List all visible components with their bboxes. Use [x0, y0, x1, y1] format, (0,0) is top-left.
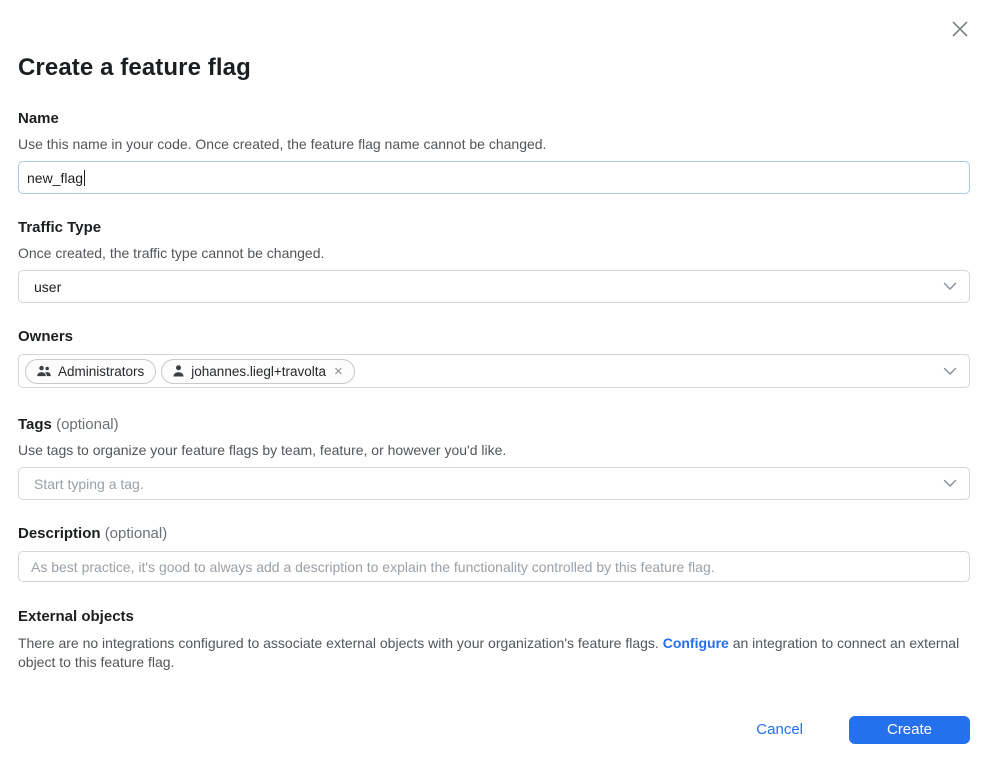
- name-input-value: new_flag: [27, 170, 83, 186]
- name-input[interactable]: new_flag: [18, 161, 970, 194]
- traffic-type-helper: Once created, the traffic type cannot be…: [18, 245, 970, 261]
- owners-label: Owners: [18, 328, 970, 345]
- owners-multiselect[interactable]: Administrators johannes.liegl+travolta ×: [18, 354, 970, 388]
- create-feature-flag-modal: Create a feature flag Name Use this name…: [0, 0, 988, 763]
- owner-chip-label: Administrators: [58, 364, 144, 379]
- traffic-type-label: Traffic Type: [18, 219, 970, 236]
- external-objects-text-before: There are no integrations configured to …: [18, 635, 663, 651]
- tags-label: Tags (optional): [18, 416, 970, 433]
- owners-section: Owners Administrators: [18, 328, 970, 388]
- traffic-type-select[interactable]: user: [18, 270, 970, 303]
- description-optional-text: (optional): [105, 525, 168, 542]
- owner-chip-label: johannes.liegl+travolta: [191, 364, 326, 379]
- name-helper: Use this name in your code. Once created…: [18, 136, 970, 152]
- external-objects-text: There are no integrations configured to …: [18, 634, 970, 671]
- configure-link[interactable]: Configure: [663, 635, 729, 651]
- cancel-button[interactable]: Cancel: [744, 715, 815, 744]
- tags-helper: Use tags to organize your feature flags …: [18, 442, 970, 458]
- text-caret: [84, 170, 85, 186]
- name-section: Name Use this name in your code. Once cr…: [18, 110, 970, 194]
- modal-footer: Cancel Create: [18, 715, 970, 744]
- traffic-type-selected-value: user: [34, 279, 61, 295]
- owners-chip-list: Administrators johannes.liegl+travolta ×: [25, 359, 355, 384]
- chip-remove-icon[interactable]: ×: [334, 364, 343, 379]
- tags-select[interactable]: Start typing a tag.: [18, 467, 970, 500]
- person-icon: [172, 364, 185, 378]
- tags-section: Tags (optional) Use tags to organize you…: [18, 416, 970, 500]
- chevron-down-icon: [943, 282, 957, 291]
- description-label: Description (optional): [18, 525, 970, 542]
- description-section: Description (optional): [18, 525, 970, 582]
- group-icon: [36, 364, 52, 378]
- owner-chip-user[interactable]: johannes.liegl+travolta ×: [161, 359, 354, 384]
- description-label-text: Description: [18, 525, 101, 542]
- tags-placeholder: Start typing a tag.: [34, 476, 144, 492]
- name-label: Name: [18, 110, 970, 127]
- owner-chip-administrators[interactable]: Administrators: [25, 359, 156, 384]
- create-button[interactable]: Create: [849, 716, 970, 744]
- external-objects-section: External objects There are no integratio…: [18, 608, 970, 671]
- tags-label-text: Tags: [18, 416, 52, 433]
- page-title: Create a feature flag: [18, 54, 970, 82]
- chevron-down-icon: [943, 367, 957, 376]
- close-icon[interactable]: [947, 16, 973, 42]
- chevron-down-icon: [943, 479, 957, 488]
- close-x-glyph: [949, 18, 971, 40]
- tags-optional-text: (optional): [56, 416, 119, 433]
- traffic-type-section: Traffic Type Once created, the traffic t…: [18, 219, 970, 303]
- description-input[interactable]: [18, 551, 970, 582]
- external-objects-label: External objects: [18, 608, 970, 625]
